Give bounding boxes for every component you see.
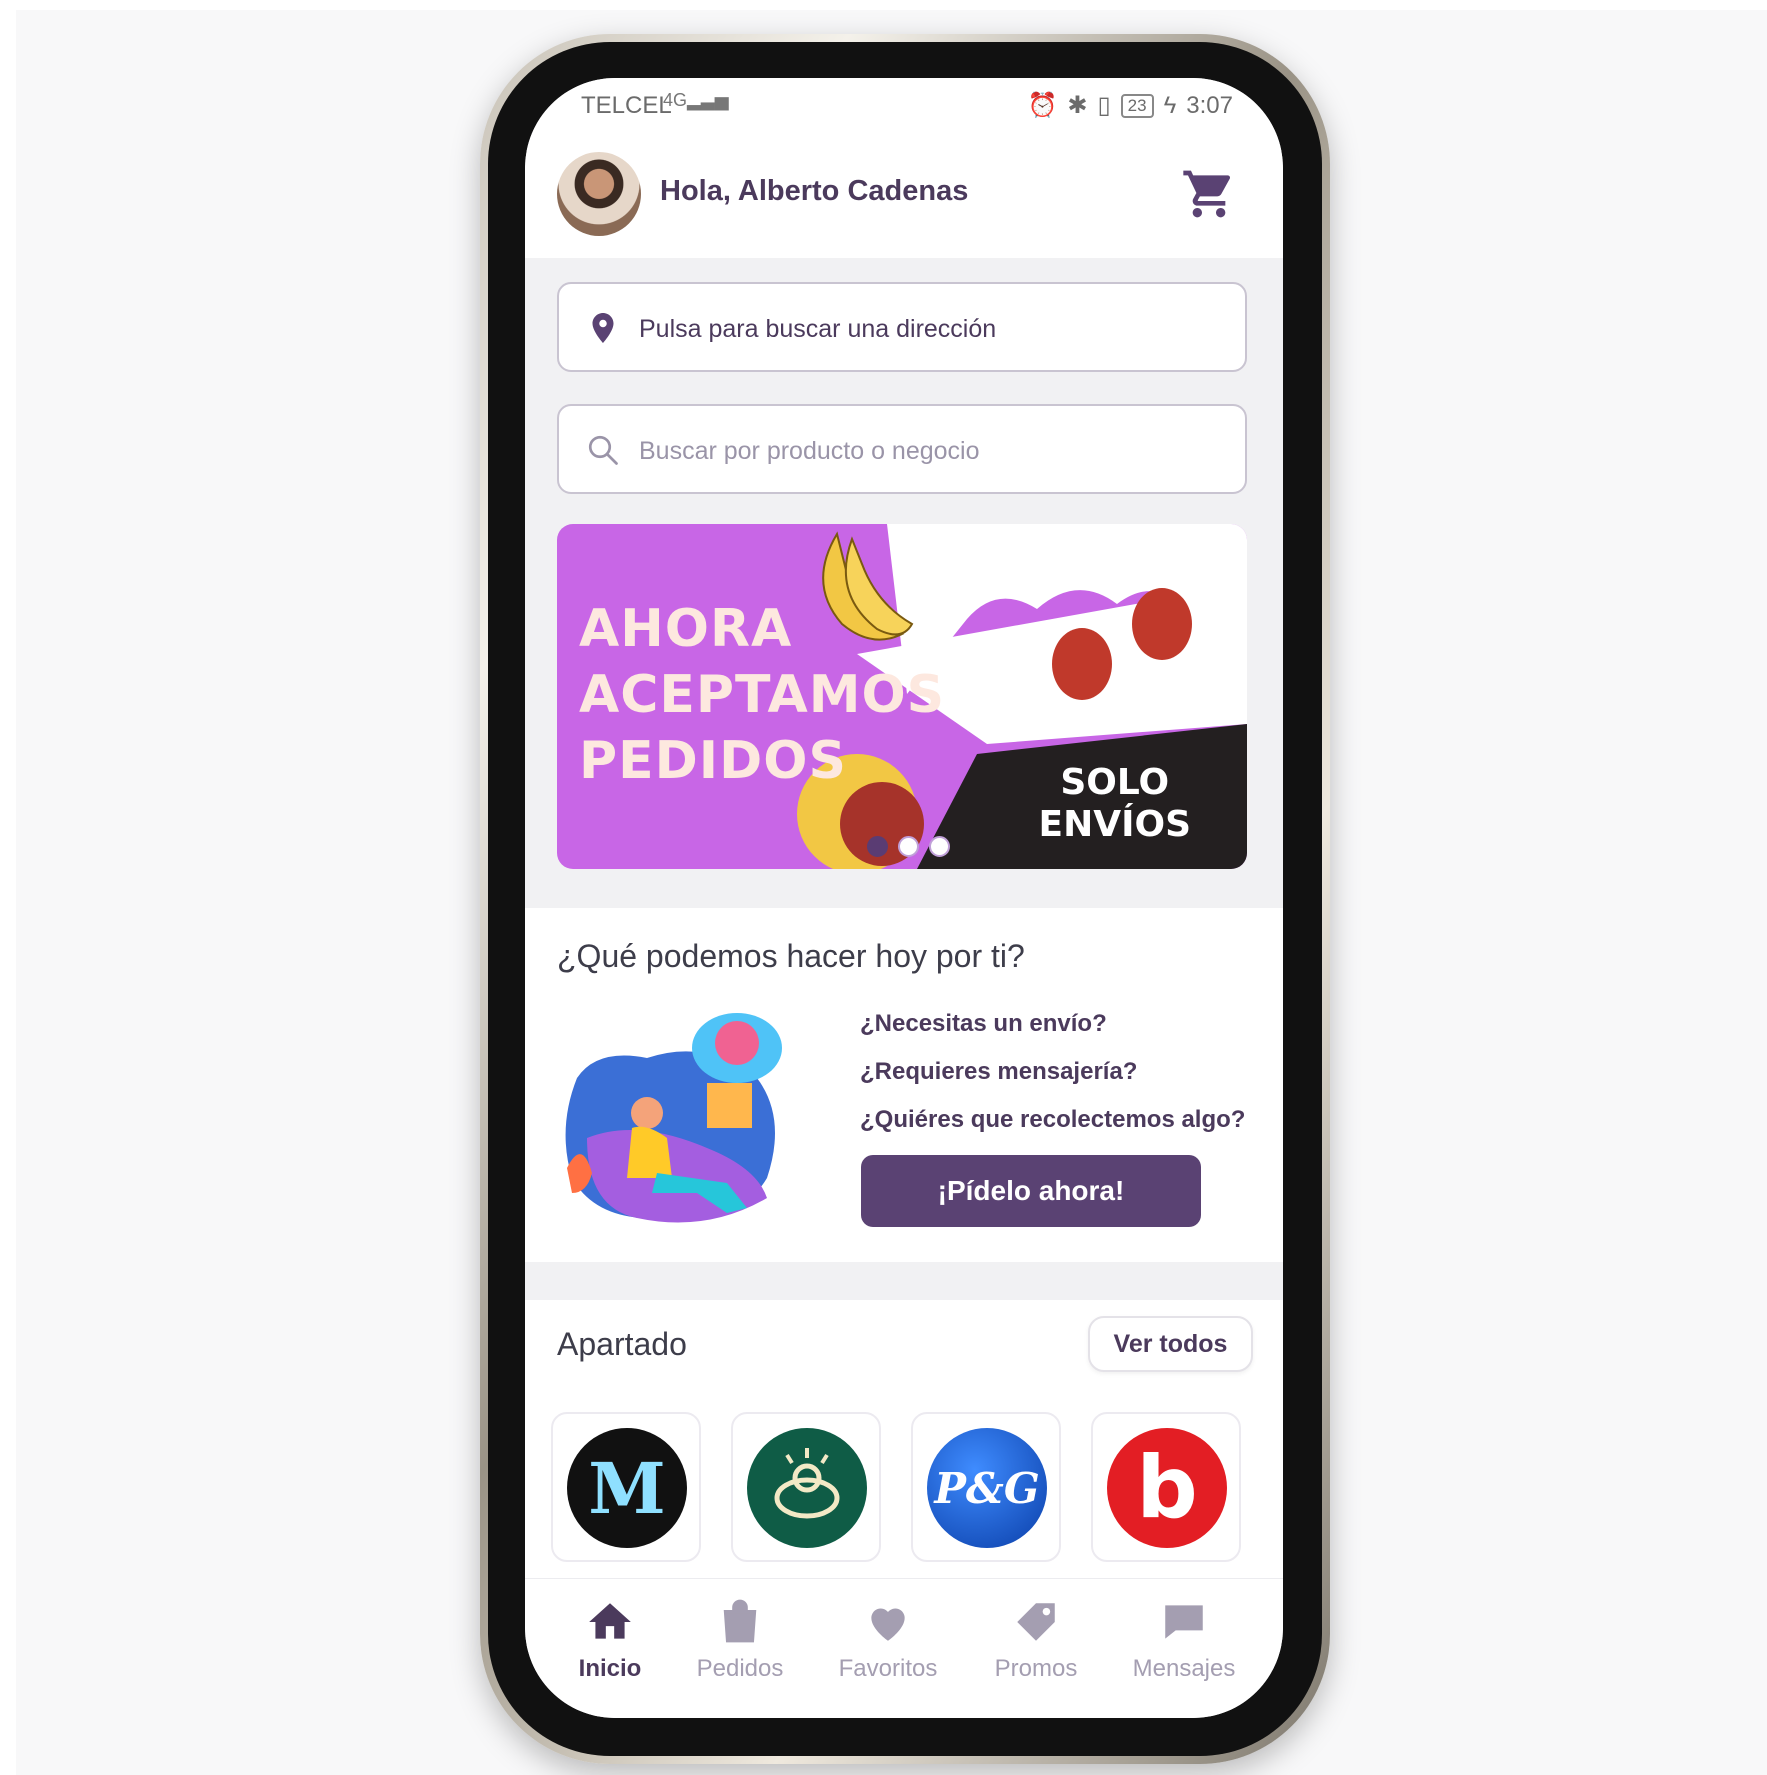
vibrate-icon: ▯ — [1097, 92, 1111, 119]
alarm-icon: ⏰ — [1027, 92, 1058, 119]
nav-label: Promos — [994, 1655, 1078, 1682]
help-title: ¿Qué podemos hacer hoy por ti? — [557, 938, 1025, 974]
carrier-label: TELCEL — [581, 92, 672, 119]
bottom-nav: Inicio Pedidos Favoritos Promos Mensajes — [525, 1578, 1283, 1718]
carousel-dot[interactable] — [929, 836, 950, 857]
signal-icon: 4G▂▃▅ — [663, 90, 729, 110]
nav-item-favoritos[interactable]: Favoritos — [823, 1597, 953, 1683]
tag-icon — [1017, 1603, 1055, 1641]
nav-item-pedidos[interactable]: Pedidos — [675, 1597, 805, 1683]
nav-label: Mensajes — [1132, 1655, 1236, 1682]
brand-card[interactable]: P&G — [911, 1412, 1061, 1562]
banner-badge-line: SOLO — [1060, 762, 1170, 803]
address-placeholder: Pulsa para buscar una dirección — [639, 315, 997, 343]
status-bar: TELCEL 4G▂▃▅ ⏰ ✱ ▯ 23 ϟ 3:07 — [525, 78, 1283, 130]
battery-icon: 23 — [1120, 93, 1154, 118]
leaf-icon — [774, 1448, 840, 1519]
banner-title-line: ACEPTAMOS — [579, 665, 946, 725]
green-leaf-logo — [747, 1428, 867, 1548]
greeting-text: Hola, Alberto Cadenas — [660, 175, 969, 207]
carousel-dot[interactable] — [867, 836, 888, 857]
promo-banner[interactable]: • MERCADO DE GUADALAJARA • AHORA ACEPTAM… — [557, 524, 1247, 869]
clock: 3:07 — [1186, 91, 1233, 119]
delivery-illustration — [565, 1013, 782, 1223]
message-icon — [1165, 1605, 1203, 1639]
see-all-button[interactable]: Ver todos — [1088, 1316, 1253, 1372]
order-now-button[interactable]: ¡Pídelo ahora! — [861, 1155, 1201, 1227]
beats-logo: b — [1107, 1428, 1227, 1548]
brand-card[interactable] — [731, 1412, 881, 1562]
banner-title: AHORA ACEPTAMOS PEDIDOS — [579, 596, 945, 794]
carousel-dot[interactable] — [898, 836, 919, 857]
m-brand-logo: M — [567, 1428, 687, 1548]
brand-label: b — [1136, 1438, 1198, 1538]
nav-label: Favoritos — [838, 1655, 938, 1682]
heart-icon — [871, 1608, 905, 1641]
address-field[interactable]: Pulsa para buscar una dirección — [557, 282, 1247, 372]
bluetooth-icon: ✱ — [1067, 92, 1088, 119]
charging-icon: ϟ — [1163, 91, 1177, 119]
avatar[interactable] — [557, 152, 641, 236]
shopping-cart-icon[interactable] — [1181, 166, 1237, 222]
brand-label: M — [588, 1446, 666, 1530]
pg-logo: P&G — [927, 1428, 1047, 1548]
help-question[interactable]: ¿Necesitas un envío? — [860, 1010, 1107, 1038]
banner-badge-line: ENVÍOS — [1038, 804, 1191, 845]
brand-label: P&G — [934, 1463, 1040, 1513]
search-placeholder: Buscar por producto o negocio — [639, 437, 980, 465]
home-icon — [589, 1603, 631, 1639]
help-section: ¿Qué podemos hacer hoy por ti? ¿Necesita… — [525, 908, 1283, 1262]
carousel-dots — [867, 836, 950, 857]
app-header: Hola, Alberto Cadenas — [525, 130, 1283, 258]
apartado-section: Apartado Ver todos M P&G b — [525, 1300, 1283, 1600]
network-type: 4G — [663, 90, 688, 110]
help-question[interactable]: ¿Quiéres que recolectemos algo? — [860, 1106, 1245, 1134]
nav-label: Pedidos — [696, 1655, 784, 1682]
search-icon — [588, 435, 618, 465]
app-screen: TELCEL 4G▂▃▅ ⏰ ✱ ▯ 23 ϟ 3:07 Hola, Alber… — [525, 78, 1283, 1718]
banner-badge: SOLO ENVÍOS — [1038, 762, 1191, 846]
nav-item-inicio[interactable]: Inicio — [545, 1597, 675, 1683]
brand-card[interactable]: b — [1091, 1412, 1241, 1562]
nav-item-promos[interactable]: Promos — [971, 1597, 1101, 1683]
battery-level: 23 — [1127, 95, 1147, 115]
help-question[interactable]: ¿Requieres mensajería? — [860, 1058, 1137, 1086]
nav-label: Inicio — [578, 1655, 642, 1682]
bag-icon — [723, 1599, 757, 1643]
brand-card[interactable]: M — [551, 1412, 701, 1562]
apartado-title: Apartado — [557, 1326, 687, 1362]
location-pin-icon — [592, 313, 614, 343]
banner-title-line: AHORA — [579, 599, 793, 659]
banner-market-label: • MERCADO DE GUADALAJARA • — [934, 542, 1233, 561]
banner-title-line: PEDIDOS — [579, 731, 847, 791]
status-right: ⏰ ✱ ▯ 23 ϟ 3:07 — [1027, 91, 1233, 120]
search-input[interactable]: Buscar por producto o negocio — [557, 404, 1247, 494]
nav-item-mensajes[interactable]: Mensajes — [1119, 1597, 1249, 1683]
